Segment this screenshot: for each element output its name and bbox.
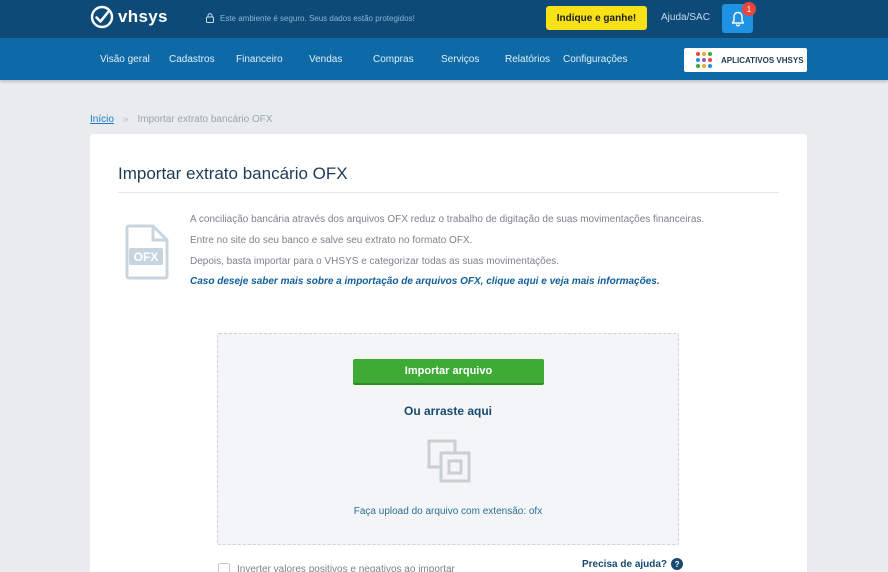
indique-button[interactable]: Indique e ganhe!: [546, 6, 647, 30]
ajuda-sac-link[interactable]: Ajuda/SAC: [661, 12, 710, 23]
nav-servicos[interactable]: Serviços: [441, 54, 479, 65]
apps-grid-dot: [708, 52, 712, 56]
notification-badge: 1: [742, 2, 756, 16]
help-question-icon: ?: [671, 558, 684, 570]
apps-grid-dot: [702, 64, 706, 68]
help-link[interactable]: Precisa de ajuda? ?: [582, 558, 684, 570]
apps-grid-dot: [696, 64, 700, 68]
nav-cadastros[interactable]: Cadastros: [169, 54, 215, 65]
apps-grid-dot: [696, 52, 700, 56]
lock-icon: [206, 13, 214, 23]
description-line: Depois, basta importar para o VHSYS e ca…: [190, 256, 560, 267]
apps-grid-dot: [708, 64, 712, 68]
breadcrumb-home[interactable]: Início: [90, 114, 114, 125]
apps-grid-dot: [696, 58, 700, 62]
apps-grid-dot: [708, 58, 712, 62]
nav-visao-geral[interactable]: Visão geral: [100, 54, 150, 65]
invert-values-label: Inverter valores positivos e negativos a…: [237, 563, 455, 572]
ofx-file-icon: OFX: [125, 224, 169, 280]
invert-values-option[interactable]: Inverter valores positivos e negativos a…: [218, 563, 455, 572]
description-line: A conciliação bancária através dos arqui…: [190, 214, 705, 225]
secure-notice: Este ambiente é seguro. Seus dados estão…: [206, 13, 415, 23]
logo-text: vhsys: [118, 7, 168, 26]
drag-here-text: Ou arraste aqui: [403, 404, 493, 418]
help-label: Precisa de ajuda?: [582, 558, 668, 570]
breadcrumb: Início » Importar extrato bancário OFX: [90, 114, 273, 125]
breadcrumb-separator: »: [122, 114, 129, 125]
nav-financeiro[interactable]: Financeiro: [236, 54, 283, 65]
apps-grid-dot: [702, 58, 706, 62]
import-file-button[interactable]: Importar arquivo: [353, 359, 544, 385]
nav-relatorios[interactable]: Relatórios: [505, 54, 550, 65]
breadcrumb-current: Importar extrato bancário OFX: [137, 114, 273, 125]
secure-text: Este ambiente é seguro. Seus dados estão…: [220, 13, 415, 23]
file-dropzone[interactable]: Importar arquivo Ou arraste aqui Faça up…: [217, 333, 679, 545]
apps-grid-dot: [702, 52, 706, 56]
apps-grid-icon: [696, 52, 712, 68]
nav-configuracoes[interactable]: Configurações: [563, 54, 627, 65]
ofx-icon-label: OFX: [134, 250, 159, 264]
extension-info: Faça upload do arquivo com extensão: ofx: [353, 506, 543, 517]
logo-check-icon: [90, 5, 114, 29]
apps-label: APLICATIVOS VHSYS: [721, 55, 804, 65]
nav-vendas[interactable]: Vendas: [309, 54, 342, 65]
vhsys-logo[interactable]: vhsys: [90, 5, 168, 29]
title-divider: [118, 192, 779, 193]
description-line: Entre no site do seu banco e salve seu e…: [190, 235, 473, 246]
invert-values-checkbox[interactable]: [218, 563, 230, 572]
apps-button[interactable]: APLICATIVOS VHSYS: [684, 48, 807, 72]
page-title: Importar extrato bancário OFX: [118, 164, 348, 183]
main-nav: Visão geral Cadastros Financeiro Vendas …: [0, 38, 888, 80]
import-card: Importar extrato bancário OFX OFX A conc…: [90, 134, 807, 572]
top-bar: vhsys Este ambiente é seguro. Seus dados…: [0, 0, 888, 38]
ofx-info-link[interactable]: Caso deseje saber mais sobre a importaçã…: [190, 276, 660, 287]
upload-files-icon: [427, 439, 471, 483]
nav-compras[interactable]: Compras: [373, 54, 414, 65]
